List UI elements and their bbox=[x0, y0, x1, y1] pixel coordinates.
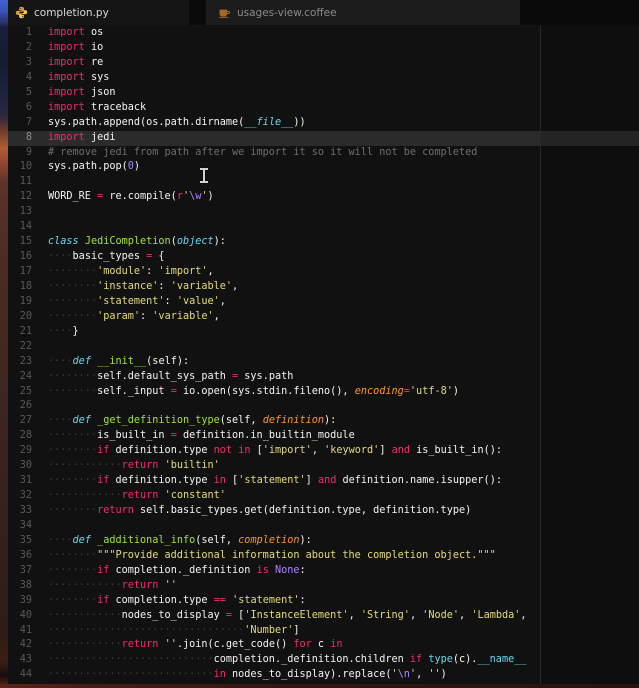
line-number[interactable]: 24 bbox=[8, 370, 32, 385]
code-text: ········'instance': 'variable', bbox=[48, 280, 239, 292]
line-number[interactable]: 39 bbox=[8, 594, 32, 609]
line-number[interactable]: 33 bbox=[8, 504, 32, 519]
line-number[interactable]: 6 bbox=[8, 101, 32, 116]
code-text: ········if definition.type not in ['impo… bbox=[48, 445, 503, 457]
code-text: ········'module': 'import', bbox=[48, 266, 214, 277]
line-number[interactable]: 38 bbox=[8, 579, 32, 594]
line-number[interactable]: 18 bbox=[8, 280, 32, 295]
line-number[interactable]: 20 bbox=[8, 310, 32, 325]
code-text: ············return 'builtin' bbox=[48, 460, 220, 472]
code-text: ···························in nodes_to_d… bbox=[48, 669, 447, 681]
code-text: ····def __init__(self): bbox=[48, 355, 190, 367]
line-number[interactable]: 11 bbox=[8, 175, 32, 190]
line-number[interactable]: 3 bbox=[8, 56, 32, 71]
line-number[interactable]: 26 bbox=[8, 399, 32, 414]
tab-usages-view-coffee[interactable]: usages-view.coffee bbox=[206, 0, 520, 25]
code-text: ····def _get_definition_type(self, defin… bbox=[48, 415, 337, 427]
code-text: ········'param': 'variable', bbox=[48, 310, 220, 322]
after-ruler-shade bbox=[541, 25, 639, 688]
code-text: ································'Number'… bbox=[48, 624, 300, 636]
line-number[interactable]: 9 bbox=[8, 146, 32, 161]
code-text: sys.path.append(os.path.dirname(__file__… bbox=[48, 116, 306, 128]
line-number[interactable]: 5 bbox=[8, 86, 32, 101]
code-text: ········self._input = io.open(sys.stdin.… bbox=[48, 385, 459, 397]
line-number[interactable]: 32 bbox=[8, 489, 32, 504]
line-number[interactable]: 8 bbox=[8, 131, 32, 146]
line-number[interactable]: 16 bbox=[8, 250, 32, 265]
code-text: ····def _additional_info(self, completio… bbox=[48, 534, 312, 546]
code-text: import traceback bbox=[48, 101, 147, 113]
code-text: # remove jedi from path after we import … bbox=[48, 146, 478, 158]
code-text: ····basic_types = { bbox=[48, 251, 165, 263]
line-number[interactable]: 40 bbox=[8, 609, 32, 624]
code-text: ········is_built_in = definition.in_buil… bbox=[48, 430, 355, 442]
code-text: import re bbox=[48, 56, 104, 68]
code-text: WORD_RE = re.compile(r'\w') bbox=[48, 191, 214, 203]
line-number[interactable]: 23 bbox=[8, 355, 32, 370]
python-icon bbox=[15, 6, 28, 19]
line-number[interactable]: 34 bbox=[8, 519, 32, 534]
code-text: ········"""Provide additional informatio… bbox=[48, 549, 496, 561]
line-number[interactable]: 12 bbox=[8, 190, 32, 205]
code-text: import jedi bbox=[48, 131, 116, 143]
mouse-ibeam-cursor bbox=[200, 168, 207, 183]
code-text: ····} bbox=[48, 325, 79, 337]
line-number[interactable]: 35 bbox=[8, 534, 32, 549]
code-text: import os bbox=[48, 27, 104, 38]
line-number[interactable]: 25 bbox=[8, 385, 32, 400]
line-number[interactable]: 29 bbox=[8, 444, 32, 459]
code-text: ···························completion._d… bbox=[48, 654, 527, 666]
line-number[interactable]: 28 bbox=[8, 429, 32, 444]
line-number[interactable]: 31 bbox=[8, 474, 32, 489]
line-number[interactable]: 13 bbox=[8, 205, 32, 220]
code-text: import io bbox=[48, 41, 104, 53]
line-number[interactable]: 42 bbox=[8, 638, 32, 653]
code-text: class JediCompletion(object): bbox=[48, 236, 226, 248]
line-number[interactable]: 19 bbox=[8, 295, 32, 310]
code-text: ········if completion.type == 'statement… bbox=[48, 594, 306, 606]
code-text: sys.path.pop(0) bbox=[48, 161, 141, 173]
code-text: ········if definition.type in ['statemen… bbox=[48, 475, 502, 487]
coffee-icon bbox=[218, 6, 231, 19]
line-number[interactable]: 30 bbox=[8, 459, 32, 474]
line-number[interactable]: 7 bbox=[8, 116, 32, 131]
line-number[interactable]: 1 bbox=[8, 26, 32, 41]
desktop-wallpaper-strip bbox=[0, 0, 8, 688]
code-text: ············return ''.join(c.get_code() … bbox=[48, 639, 343, 651]
line-number[interactable]: 22 bbox=[8, 340, 32, 355]
code-text: ········self.default_sys_path = sys.path bbox=[48, 370, 294, 382]
line-number[interactable]: 44 bbox=[8, 668, 32, 683]
code-text: ············return '' bbox=[48, 579, 177, 591]
code-text: import sys bbox=[48, 71, 110, 83]
code-text: ············nodes_to_display = ['Instanc… bbox=[48, 609, 527, 621]
text-editor-app: completion.py usages-view.coffee 1 import… bbox=[8, 0, 639, 688]
tab-bar: completion.py usages-view.coffee bbox=[8, 0, 639, 26]
window-bottom-edge bbox=[0, 684, 639, 688]
line-number[interactable]: 36 bbox=[8, 549, 32, 564]
line-number[interactable]: 10 bbox=[8, 160, 32, 175]
line-number[interactable]: 17 bbox=[8, 265, 32, 280]
line-number[interactable]: 4 bbox=[8, 71, 32, 86]
line-number[interactable]: 2 bbox=[8, 41, 32, 56]
tab-completion-py[interactable]: completion.py bbox=[8, 0, 189, 25]
code-text: ········'statement': 'value', bbox=[48, 295, 226, 307]
line-number[interactable]: 14 bbox=[8, 220, 32, 235]
code-text: ············return 'constant' bbox=[48, 490, 226, 502]
code-text: import json bbox=[48, 86, 116, 98]
line-number[interactable]: 37 bbox=[8, 564, 32, 579]
line-number[interactable]: 43 bbox=[8, 653, 32, 668]
code-editor-pane[interactable]: 1 import os 2 import io 3 import re 4 import sy… bbox=[8, 25, 639, 688]
line-number[interactable]: 41 bbox=[8, 624, 32, 639]
tab-label: usages-view.coffee bbox=[237, 6, 337, 19]
line-number[interactable]: 15 bbox=[8, 235, 32, 250]
editor-window: completion.py usages-view.coffee 1 import… bbox=[0, 0, 639, 688]
code-text: ········if completion._definition is Non… bbox=[48, 564, 306, 576]
line-number[interactable]: 27 bbox=[8, 414, 32, 429]
tab-label: completion.py bbox=[34, 6, 109, 19]
code-text: ········return self.basic_types.get(defi… bbox=[48, 505, 472, 516]
line-number[interactable]: 21 bbox=[8, 325, 32, 340]
